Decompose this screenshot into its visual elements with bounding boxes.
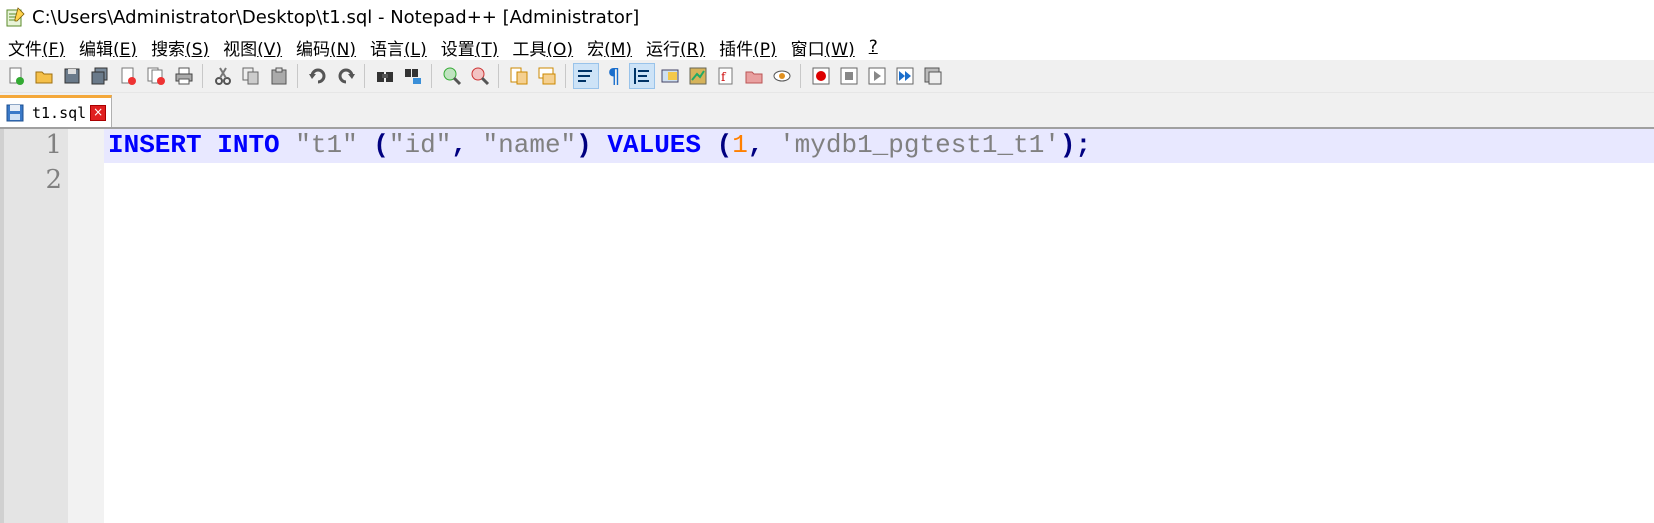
pilcrow-glyph: ¶	[607, 64, 621, 88]
play-macro-icon[interactable]	[865, 64, 889, 88]
code-line-1[interactable]: INSERT INTO "t1" ("id", "name") VALUES (…	[108, 130, 1091, 160]
redo-icon[interactable]	[334, 64, 358, 88]
menu-encoding[interactable]: 编码(N)	[296, 35, 356, 60]
tab-label: t1.sql	[32, 103, 87, 122]
menu-view[interactable]: 视图(V)	[223, 35, 282, 60]
keyword-insert: INSERT	[108, 130, 202, 160]
close-paren: )	[576, 130, 592, 160]
identifier-column: "id"	[388, 130, 452, 160]
undo-icon[interactable]	[306, 64, 330, 88]
title-bar: C:\Users\Administrator\Desktop\t1.sql - …	[0, 0, 1654, 34]
zoom-in-icon[interactable]	[440, 64, 464, 88]
new-file-icon[interactable]	[4, 64, 28, 88]
menu-edit[interactable]: 编辑(E)	[79, 35, 137, 60]
save-all-icon[interactable]	[88, 64, 112, 88]
menu-language[interactable]: 语言(L)	[370, 35, 427, 60]
menu-search[interactable]: 搜索(S)	[151, 35, 209, 60]
toolbar-separator	[565, 64, 566, 88]
close-all-icon[interactable]	[144, 64, 168, 88]
doc-map-icon[interactable]	[686, 64, 710, 88]
comma: ,	[747, 130, 780, 160]
menu-window[interactable]: 窗口(W)	[791, 35, 855, 60]
menu-help[interactable]: ?	[869, 37, 878, 57]
keyword-values: VALUES	[607, 130, 702, 160]
fold-margin[interactable]	[68, 129, 104, 523]
print-icon[interactable]	[172, 64, 196, 88]
identifier-column: "name"	[482, 130, 577, 160]
monitor-icon[interactable]	[770, 64, 794, 88]
menu-bar: 文件(F) 编辑(E) 搜索(S) 视图(V) 编码(N) 语言(L) 设置(T…	[0, 34, 1654, 60]
sync-horizontal-icon[interactable]	[535, 64, 559, 88]
notepad-plus-plus-icon	[4, 6, 26, 28]
toolbar-separator	[364, 64, 365, 88]
toolbar-separator	[202, 64, 203, 88]
replace-icon[interactable]	[401, 64, 425, 88]
paste-icon[interactable]	[267, 64, 291, 88]
number-literal: 1	[732, 130, 748, 160]
sync-vertical-icon[interactable]	[507, 64, 531, 88]
toolbar-separator	[498, 64, 499, 88]
menu-settings[interactable]: 设置(T)	[441, 35, 499, 60]
menu-file[interactable]: 文件(F)	[8, 35, 65, 60]
comma: ,	[451, 130, 483, 160]
saved-file-icon	[6, 104, 24, 122]
zoom-out-icon[interactable]	[468, 64, 492, 88]
open-file-icon[interactable]	[32, 64, 56, 88]
function-list-icon[interactable]: f	[714, 64, 738, 88]
show-all-chars-icon[interactable]: ¶	[602, 64, 626, 88]
close-tab-icon[interactable]: ×	[90, 104, 107, 121]
menu-plugins[interactable]: 插件(P)	[719, 35, 777, 60]
open-paren: (	[716, 130, 733, 160]
line-number: 2	[45, 165, 62, 195]
line-number: 1	[45, 130, 62, 160]
string-literal: 'mydb1_pgtest1_t1'	[779, 130, 1060, 160]
toolbar-separator	[800, 64, 801, 88]
save-macro-icon[interactable]	[921, 64, 945, 88]
close-paren-semicolon: );	[1059, 130, 1092, 160]
keyword-into: INTO	[217, 130, 280, 160]
language-icon[interactable]	[658, 64, 682, 88]
folder-workspace-icon[interactable]	[742, 64, 766, 88]
toolbar-separator	[297, 64, 298, 88]
tab-t1-sql[interactable]: t1.sql ×	[0, 95, 112, 127]
toolbar: ¶ f	[0, 60, 1654, 93]
cut-icon[interactable]	[211, 64, 235, 88]
word-wrap-icon[interactable]	[573, 63, 599, 89]
window-title: C:\Users\Administrator\Desktop\t1.sql - …	[32, 6, 640, 28]
editor-area[interactable]: 1 2 INSERT INTO "t1" ("id", "name") VALU…	[0, 129, 1654, 523]
close-icon[interactable]	[116, 64, 140, 88]
stop-macro-icon[interactable]	[837, 64, 861, 88]
menu-macro[interactable]: 宏(M)	[587, 35, 632, 60]
tab-bar: t1.sql ×	[0, 93, 1654, 129]
save-icon[interactable]	[60, 64, 84, 88]
menu-run[interactable]: 运行(R)	[646, 35, 705, 60]
run-macro-multiple-icon[interactable]	[893, 64, 917, 88]
identifier-table: "t1"	[295, 130, 358, 160]
toolbar-separator	[431, 64, 432, 88]
indent-guide-icon[interactable]	[629, 63, 655, 89]
record-macro-icon[interactable]	[809, 64, 833, 88]
find-icon[interactable]	[373, 64, 397, 88]
copy-icon[interactable]	[239, 64, 263, 88]
open-paren: (	[373, 130, 389, 160]
menu-tools[interactable]: 工具(O)	[512, 35, 573, 60]
